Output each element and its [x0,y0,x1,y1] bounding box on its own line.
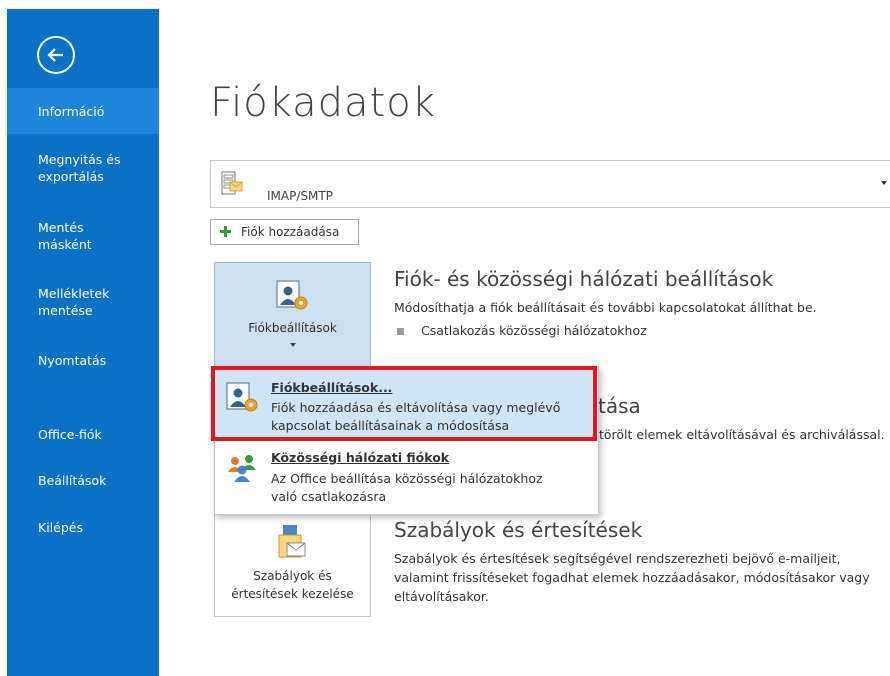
menu-item-title: Közösségi hálózati fiókok [271,450,450,465]
account-settings-heading: Fiók- és közösségi hálózati beállítások [394,267,774,291]
mail-account-icon [221,171,243,195]
sidebar-item-save-as[interactable]: Mentés másként [7,219,107,253]
sidebar-item-label: Mellékletek mentése [38,286,110,318]
mailbox-text-fragment: törölt elemek eltávolításával és archivá… [599,427,885,442]
social-network-icon [228,455,256,482]
rules-description-line1: Szabályok és értesítések segítségével re… [394,551,841,566]
account-name: IMAP/SMTP [267,189,333,203]
rules-description-line2: valamint frissítéseket fogadhat elemek h… [394,570,870,585]
sidebar-item-open-export[interactable]: Megnyitás és exportálás [7,151,127,185]
account-settings-tile-label: Fiókbeállítások [248,321,337,335]
menu-item-social-accounts[interactable]: Közösségi hálózati fiókok Az Office beál… [215,442,598,514]
highlight-callout-box [211,366,597,441]
rules-description-line3: eltávolításakor. [394,589,489,604]
sidebar-item-label: Információ [38,104,105,119]
add-account-label: Fiók hozzáadása [241,225,340,239]
sidebar-item-office-account[interactable]: Office-fiók [7,426,159,443]
sidebar-item-label: Office-fiók [38,427,102,442]
sidebar-item-info[interactable]: Információ [7,88,159,134]
rules-alerts-icon [278,525,306,558]
menu-item-desc-line2: való csatlakozásra [271,489,387,504]
menu-item-desc-line1: Az Office beállítása közösségi hálózatok… [271,471,543,486]
sidebar-item-label: Beállítások [38,473,107,488]
bullet-icon [397,328,404,335]
account-settings-button[interactable]: Fiókbeállítások [214,262,371,367]
account-settings-icon [276,280,308,310]
account-settings-description: Módosíthatja a fiók beállításait és tová… [394,300,817,315]
rules-heading: Szabályok és értesítések [394,518,643,542]
account-selector[interactable]: IMAP/SMTP [210,160,890,208]
sidebar-item-save-attachments[interactable]: Mellékletek mentése [7,285,127,319]
sidebar-item-label: Kilépés [38,520,83,535]
backstage-sidebar: Információ Megnyitás és exportálás Menté… [7,9,159,676]
add-account-button[interactable]: Fiók hozzáadása [210,219,359,245]
sidebar-item-exit[interactable]: Kilépés [7,519,159,536]
chevron-down-icon [881,181,887,185]
page-title: Fiókadatok [210,80,436,126]
rules-tile-label-line1: Szabályok és [253,569,332,583]
sidebar-item-label: Megnyitás és exportálás [38,152,121,184]
sidebar-item-options[interactable]: Beállítások [7,472,159,489]
back-arrow-icon[interactable] [37,36,75,74]
rules-tile-label-line2: értesítések kezelése [231,587,354,601]
plus-icon [220,226,231,237]
sidebar-item-label: Nyomtatás [38,353,107,368]
rules-alerts-button[interactable]: Szabályok és értesítések kezelése [214,515,371,617]
sidebar-item-label: Mentés másként [38,220,92,252]
social-connect-link[interactable]: Csatlakozás közösségi hálózatokhoz [421,322,647,340]
sidebar-item-print[interactable]: Nyomtatás [7,352,159,369]
chevron-down-icon [290,343,296,347]
mailbox-heading-fragment: tása [598,394,641,418]
